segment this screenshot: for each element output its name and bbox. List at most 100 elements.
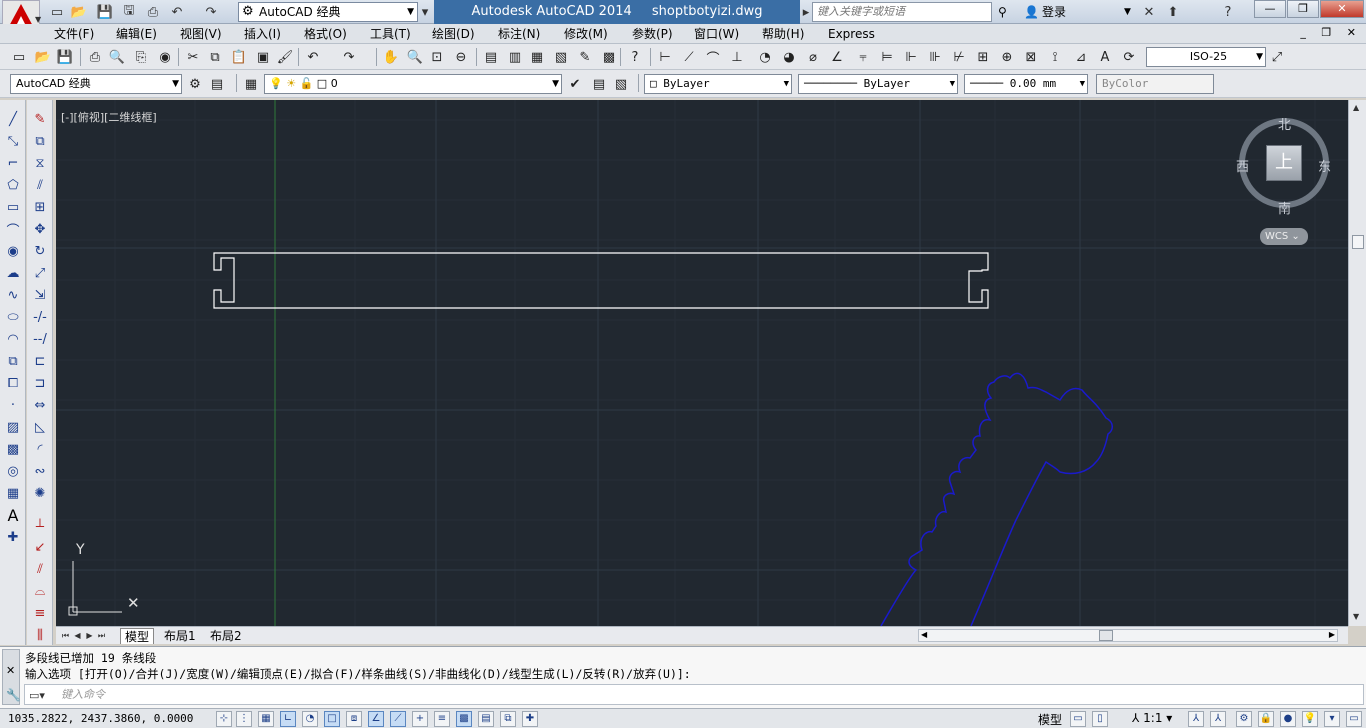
hatch-icon[interactable]: ▨ [3, 418, 23, 436]
new-file-icon[interactable]: ▭ [10, 48, 28, 66]
dimension-style-manager-icon[interactable]: ⤢ [1268, 48, 1286, 66]
redo-icon[interactable]: ↷ [340, 48, 358, 66]
model-space-toggle[interactable]: 模型 [1038, 711, 1062, 728]
ellipse-icon[interactable]: ⬭ [3, 308, 23, 326]
dimension-break-icon[interactable]: ⊬ [950, 48, 968, 66]
chamfer-icon[interactable]: ◺ [30, 418, 50, 436]
match-properties-icon[interactable]: 🖌 [276, 48, 294, 66]
save-icon[interactable]: 💾 [96, 3, 114, 21]
scroll-left-icon[interactable]: ◀ [921, 630, 927, 639]
menu-window[interactable]: 窗口(W) [694, 26, 739, 42]
dimension-break-side-icon[interactable]: ⫼ [30, 626, 50, 644]
workspace-switching-icon[interactable]: ⚙ [1236, 711, 1252, 727]
pan-icon[interactable]: ✋ [382, 48, 400, 66]
zoom-realtime-icon[interactable]: 🔍 [406, 48, 424, 66]
compass-west[interactable]: 西 [1236, 156, 1249, 175]
menu-insert[interactable]: 插入(I) [244, 26, 281, 42]
viewcube[interactable]: 北 南 东 西 上 [1234, 114, 1331, 217]
diameter-dimension-icon[interactable]: ⌀ [804, 48, 822, 66]
polyline-blue-curve[interactable] [880, 372, 1113, 626]
hatch-edit-icon[interactable]: ≡ [30, 604, 50, 622]
erase-icon[interactable]: ✎ [30, 110, 50, 128]
make-current-layer-icon[interactable]: ✔ [566, 75, 584, 93]
redo-icon[interactable]: ↷ [202, 3, 220, 21]
array-icon[interactable]: ⊞ [30, 198, 50, 216]
quick-view-drawings-icon[interactable]: ▯ [1092, 711, 1108, 727]
calculator-icon[interactable]: ▩ [600, 48, 618, 66]
arc-icon[interactable]: ⌒ [3, 220, 23, 239]
inspection-icon[interactable]: ⊠ [1022, 48, 1040, 66]
scroll-up-icon[interactable]: ▲ [1353, 103, 1359, 112]
menu-tools[interactable]: 工具(T) [370, 26, 411, 42]
close-icon[interactable]: ✕ [6, 664, 15, 677]
dimension-space-icon[interactable]: ⊪ [926, 48, 944, 66]
menu-dimension[interactable]: 标注(N) [498, 26, 540, 42]
linear-dimension-icon[interactable]: ⊢ [656, 48, 674, 66]
menu-format[interactable]: 格式(O) [304, 26, 347, 42]
lineweight-icon[interactable]: ≡ [434, 711, 450, 727]
compass-north[interactable]: 北 [1278, 114, 1291, 133]
point-icon[interactable]: · [3, 396, 23, 414]
tab-layout2[interactable]: 布局2 [206, 628, 246, 644]
insert-block-icon[interactable]: ⧉ [3, 352, 23, 370]
spline-icon[interactable]: ∿ [3, 286, 23, 304]
toolbar-lock-icon[interactable]: 🔒 [1258, 711, 1274, 727]
parallel-constraint-icon[interactable]: ⫽ [30, 560, 50, 578]
dimension-text-edit-icon[interactable]: A [1096, 48, 1114, 66]
menu-file[interactable]: 文件(F) [54, 26, 94, 42]
explode-icon[interactable]: ✺ [30, 484, 50, 502]
paste-icon[interactable]: 📋 [230, 48, 248, 66]
previous-tab-icon[interactable]: ◀ [72, 629, 83, 642]
menu-modify[interactable]: 修改(M) [564, 26, 608, 42]
close-button[interactable]: ✕ [1320, 0, 1364, 18]
arc-length-icon[interactable]: ⌒ [704, 48, 722, 67]
make-block-icon[interactable]: ⧠ [3, 374, 23, 392]
undo-icon[interactable]: ↶ [304, 48, 322, 66]
menu-draw[interactable]: 绘图(D) [432, 26, 475, 42]
wcs-menu-button[interactable]: WCS ⌄ [1260, 228, 1308, 245]
auto-scale-icon[interactable]: ⅄ [1210, 711, 1226, 727]
layer-previous-icon[interactable]: ▤ [590, 75, 608, 93]
fillet-icon[interactable]: ◜ [30, 440, 50, 458]
break-at-point-icon[interactable]: ⊏ [30, 352, 50, 370]
scroll-down-icon[interactable]: ▼ [1353, 612, 1359, 621]
next-tab-icon[interactable]: ▶ [84, 629, 95, 642]
grid-display-icon[interactable]: ▦ [258, 711, 274, 727]
help-icon[interactable]: ? [1212, 3, 1244, 21]
polygon-icon[interactable]: ⬠ [3, 176, 23, 194]
workspace-settings-icon[interactable]: ⚙ [186, 75, 204, 93]
polar-tracking-icon[interactable]: ◔ [302, 711, 318, 727]
quick-dimension-icon[interactable]: ⫧ [854, 48, 872, 66]
dimension-style-dropdown[interactable]: ISO-25 ▼ [1146, 47, 1266, 67]
compass-south[interactable]: 南 [1278, 198, 1291, 217]
object-snap-tracking-icon[interactable]: ∠ [368, 711, 384, 727]
copy-icon[interactable]: ⧉ [206, 48, 224, 66]
annotation-scale[interactable]: ⅄ 1:1 ▾ [1132, 711, 1172, 725]
menu-parametric[interactable]: 参数(P) [632, 26, 673, 42]
radius-dimension-icon[interactable]: ◔ [756, 48, 774, 66]
revision-cloud-icon[interactable]: ☁ [3, 264, 23, 282]
stretch-icon[interactable]: ⇲ [30, 286, 50, 304]
layer-dropdown[interactable]: 💡 ☀ 🔓 □ 0 ▼ [264, 74, 562, 94]
search-input[interactable]: 键入关键字或短语 [812, 2, 992, 22]
annotation-monitor-icon[interactable]: ✚ [522, 711, 538, 727]
multiline-text-icon[interactable]: A [3, 506, 23, 525]
last-tab-icon[interactable]: ⏭ [96, 629, 107, 642]
offset-icon[interactable]: ⫽ [30, 176, 50, 194]
infer-constraints-icon[interactable]: ⊹ [216, 711, 232, 727]
viewport-controls-label[interactable]: [-][俯视][二维线框] [61, 109, 157, 125]
join-icon[interactable]: ⇔ [30, 396, 50, 414]
3d-dwf-icon[interactable]: ◉ [156, 48, 174, 66]
dimension-edit-icon[interactable]: ⊿ [1072, 48, 1090, 66]
object-snap-icon[interactable]: □ [324, 711, 340, 727]
command-input[interactable]: ▭▾ 键入命令 [24, 684, 1364, 705]
continue-dimension-icon[interactable]: ⊩ [902, 48, 920, 66]
blend-curves-icon[interactable]: ∾ [30, 462, 50, 480]
trim-icon[interactable]: -/- [30, 308, 50, 326]
dimension-linear-side-icon[interactable]: ⟂ [30, 514, 50, 532]
polyline-icon[interactable]: ⌐ [3, 154, 23, 172]
line-icon[interactable]: ╱ [3, 110, 23, 128]
chevron-down-icon[interactable]: ▼ [1124, 2, 1131, 22]
plot-icon[interactable]: ⎙ [86, 48, 104, 66]
help-icon[interactable]: ? [626, 48, 644, 66]
